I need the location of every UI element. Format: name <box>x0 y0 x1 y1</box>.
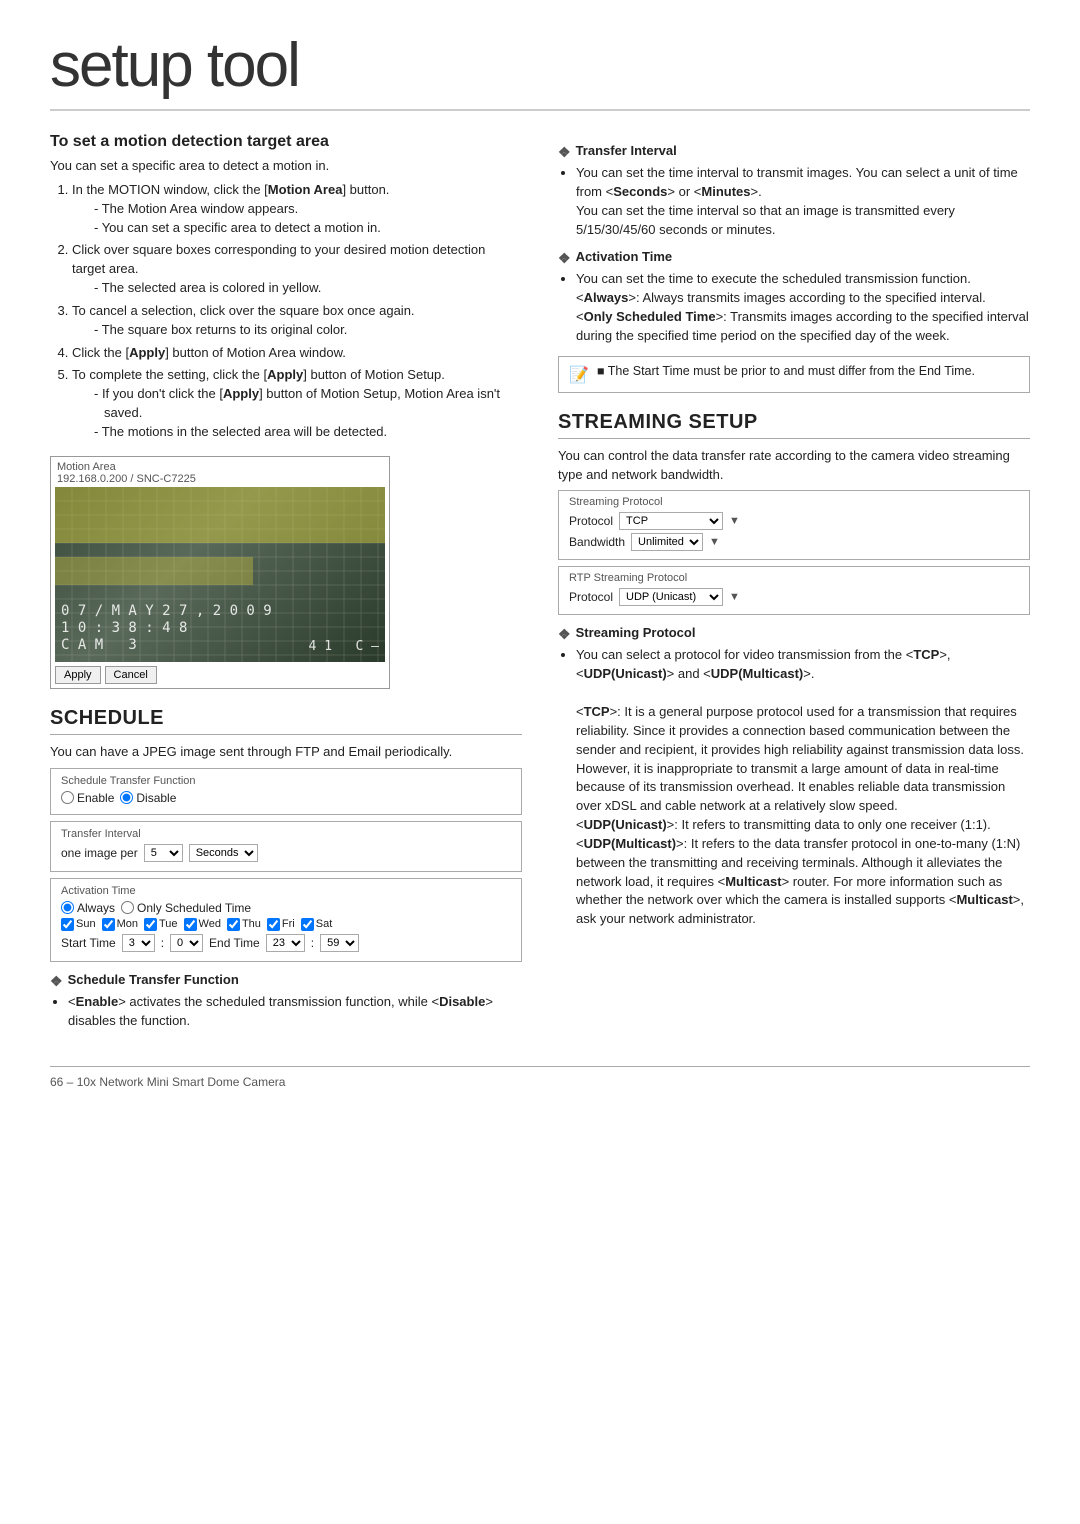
disable-radio[interactable] <box>120 791 133 804</box>
wed-checkbox[interactable] <box>184 918 197 931</box>
start-time-label: Start Time <box>61 936 116 950</box>
end-hour-select[interactable]: 23 <box>266 934 305 952</box>
cancel-button[interactable]: Cancel <box>105 666 157 684</box>
transfer-interval-box: Transfer Interval one image per 51530456… <box>50 821 522 872</box>
schedule-transfer-bullets: <Enable> activates the scheduled transmi… <box>68 993 522 1031</box>
activation-time-bullet-1: You can set the time to execute the sche… <box>576 270 1030 345</box>
motion-section-heading: To set a motion detection target area <box>50 133 522 151</box>
time-row: Start Time 3 : 0 End Time 23 : 59 <box>61 934 511 952</box>
apply-button[interactable]: Apply <box>55 666 101 684</box>
left-column: To set a motion detection target area Yo… <box>50 133 522 1036</box>
interval-unit-select[interactable]: SecondsMinutes <box>189 844 258 862</box>
protocol-select[interactable]: TCPUDP (Unicast)UDP (Multicast) <box>619 512 723 530</box>
activation-time-header: ❖ Activation Time <box>558 249 1030 267</box>
transfer-interval-text: one image per <box>61 846 138 860</box>
streaming-protocol-box: Streaming Protocol Protocol TCPUDP (Unic… <box>558 490 1030 560</box>
schedule-enable-disable-row: Enable Disable <box>61 791 511 805</box>
schedule-intro: You can have a JPEG image sent through F… <box>50 743 522 762</box>
bandwidth-select[interactable]: Unlimited <box>631 533 703 551</box>
transfer-interval-box-title: Transfer Interval <box>61 828 511 840</box>
motion-step-4: Click the [Apply] button of Motion Area … <box>72 344 522 363</box>
protocol-dropdown-icon: ▼ <box>729 515 740 527</box>
motion-area-box: Motion Area 192.168.0.200 / SNC-C7225 <box>50 456 390 689</box>
motion-step-2: Click over square boxes corresponding to… <box>72 241 522 298</box>
thu-checkbox-label[interactable]: Thu <box>227 918 261 931</box>
rtp-dropdown-icon: ▼ <box>729 591 740 603</box>
always-radio[interactable] <box>61 901 74 914</box>
sat-checkbox[interactable] <box>301 918 314 931</box>
rtp-protocol-row: Protocol UDP (Unicast)TCPUDP (Multicast)… <box>569 588 1019 606</box>
mon-checkbox-label[interactable]: Mon <box>102 918 138 931</box>
streaming-protocol-bullets: You can select a protocol for video tran… <box>576 646 1030 929</box>
right-column: ❖ Transfer Interval You can set the time… <box>558 133 1030 1036</box>
interval-num-select[interactable]: 515304560 <box>144 844 183 862</box>
schedule-heading: SCHEDULE <box>50 707 522 735</box>
enable-radio[interactable] <box>61 791 74 804</box>
footer: 66 – 10x Network Mini Smart Dome Camera <box>50 1066 1030 1089</box>
sat-checkbox-label[interactable]: Sat <box>301 918 333 931</box>
activation-time-bullets: You can set the time to execute the sche… <box>576 270 1030 345</box>
end-min-select[interactable]: 59 <box>320 934 359 952</box>
streaming-protocol-bullet-1: You can select a protocol for video tran… <box>576 646 1030 929</box>
streaming-protocol-desc-header: ❖ Streaming Protocol <box>558 625 1030 643</box>
wed-checkbox-label[interactable]: Wed <box>184 918 221 931</box>
enable-radio-label[interactable]: Enable <box>61 791 114 805</box>
rtp-protocol-box: RTP Streaming Protocol Protocol UDP (Uni… <box>558 566 1030 615</box>
streaming-heading: STREAMING SETUP <box>558 411 1030 439</box>
schedule-transfer-function-header: ❖ Schedule Transfer Function <box>50 972 522 990</box>
always-radio-label[interactable]: Always <box>61 901 115 915</box>
protocol-row: Protocol TCPUDP (Unicast)UDP (Multicast)… <box>569 512 1019 530</box>
only-scheduled-radio[interactable] <box>121 901 134 914</box>
protocol-label: Protocol <box>569 514 613 528</box>
motion-area-image: 0 7 / M A Y 2 7 , 2 0 0 9 1 0 : 3 8 : 4 … <box>55 487 385 662</box>
note-icon: 📝 <box>569 365 589 385</box>
schedule-transfer-function-box: Schedule Transfer Function Enable Disabl… <box>50 768 522 815</box>
motion-intro: You can set a specific area to detect a … <box>50 157 522 176</box>
start-hour-select[interactable]: 3 <box>122 934 155 952</box>
schedule-transfer-function-title: Schedule Transfer Function <box>61 775 511 787</box>
transfer-interval-bullet-1: You can set the time interval to transmi… <box>576 164 1030 239</box>
motion-step-1: In the MOTION window, click the [Motion … <box>72 181 522 238</box>
mon-checkbox[interactable] <box>102 918 115 931</box>
activation-time-box: Activation Time Always Only Scheduled Ti… <box>50 878 522 962</box>
activation-time-box-title: Activation Time <box>61 885 511 897</box>
tue-checkbox[interactable] <box>144 918 157 931</box>
motion-area-label: Motion Area 192.168.0.200 / SNC-C7225 <box>55 461 385 485</box>
motion-steps-list: In the MOTION window, click the [Motion … <box>72 181 522 442</box>
tue-checkbox-label[interactable]: Tue <box>144 918 178 931</box>
end-time-label: End Time <box>209 936 260 950</box>
rtp-protocol-box-title: RTP Streaming Protocol <box>569 572 1019 584</box>
bandwidth-row: Bandwidth Unlimited ▼ <box>569 533 1019 551</box>
transfer-interval-header: ❖ Transfer Interval <box>558 143 1030 161</box>
thu-checkbox[interactable] <box>227 918 240 931</box>
days-row: Sun Mon Tue Wed Thu Fri Sat <box>61 918 511 931</box>
rtp-protocol-label: Protocol <box>569 590 613 604</box>
note-text: ■ The Start Time must be prior to and mu… <box>597 364 975 378</box>
fri-checkbox[interactable] <box>267 918 280 931</box>
schedule-transfer-bullet: <Enable> activates the scheduled transmi… <box>68 993 522 1031</box>
transfer-interval-row: one image per 515304560 SecondsMinutes <box>61 844 511 862</box>
only-scheduled-radio-label[interactable]: Only Scheduled Time <box>121 901 251 915</box>
motion-step-5: To complete the setting, click the [Appl… <box>72 366 522 441</box>
sun-checkbox-label[interactable]: Sun <box>61 918 96 931</box>
page-title: setup tool <box>50 30 1030 111</box>
note-box: 📝 ■ The Start Time must be prior to and … <box>558 356 1030 393</box>
motion-area-buttons: Apply Cancel <box>55 666 385 684</box>
start-min-select[interactable]: 0 <box>170 934 203 952</box>
activation-always-row: Always Only Scheduled Time <box>61 901 511 915</box>
bandwidth-label: Bandwidth <box>569 535 625 549</box>
bandwidth-dropdown-icon: ▼ <box>709 536 720 548</box>
streaming-intro: You can control the data transfer rate a… <box>558 447 1030 485</box>
disable-radio-label[interactable]: Disable <box>120 791 176 805</box>
sun-checkbox[interactable] <box>61 918 74 931</box>
motion-step-3: To cancel a selection, click over the sq… <box>72 302 522 340</box>
rtp-protocol-select[interactable]: UDP (Unicast)TCPUDP (Multicast) <box>619 588 723 606</box>
transfer-interval-bullets: You can set the time interval to transmi… <box>576 164 1030 239</box>
fri-checkbox-label[interactable]: Fri <box>267 918 295 931</box>
streaming-protocol-box-title: Streaming Protocol <box>569 496 1019 508</box>
